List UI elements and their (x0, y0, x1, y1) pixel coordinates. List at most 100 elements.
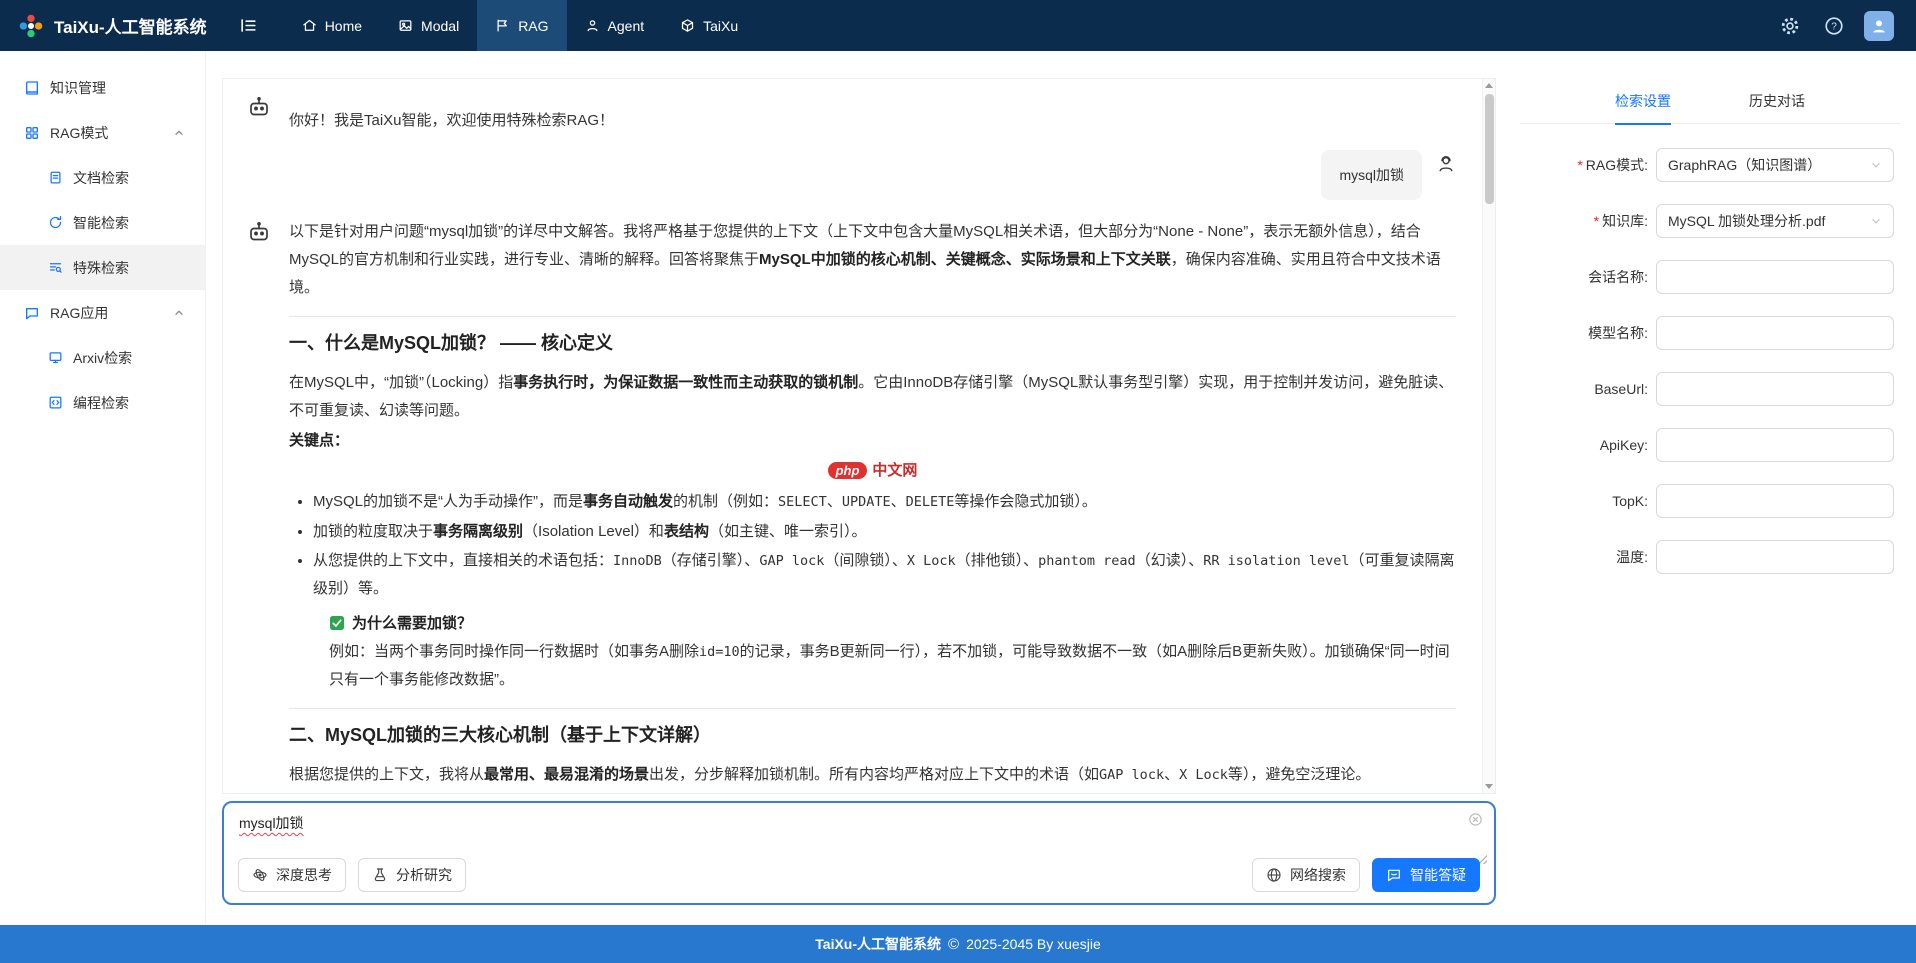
scroll-up-arrow[interactable] (1483, 79, 1495, 92)
list-item: MySQL的加锁不是“人为手动操作”，而是事务自动触发的机制（例如：SELECT… (313, 488, 1456, 516)
text-segment: 、 (1164, 766, 1179, 783)
flask-icon (372, 867, 388, 883)
code-segment: UPDATE (842, 494, 891, 510)
form-row-model-name: 模型名称: (1528, 316, 1894, 350)
assistant-message-answer: 以下是针对用户问题“mysql加锁”的详尽中文解答。我将严格基于您提供的上下文（… (247, 218, 1456, 793)
page-footer: TaiXu-人工智能系统 © 2025-2045 By xuesjie (0, 925, 1916, 963)
text-segment-bold: 事务执行时，为保证数据一致性而主动获取的锁机制 (513, 374, 858, 391)
nav-taixu[interactable]: TaiXu (662, 0, 756, 51)
text-segment-bold: MySQL中加锁的核心机制、关键概念、实际场景和上下文关联 (759, 251, 1171, 268)
required-asterisk: * (1594, 213, 1599, 229)
code-segment: GAP lock (759, 553, 824, 569)
sidebar-item-doc-search[interactable]: 文档检索 (0, 155, 205, 200)
chat-input-text: mysql加锁 (239, 815, 304, 831)
image-icon (398, 18, 413, 33)
form-row-rag-mode: *RAG模式: GraphRAG（知识图谱） (1528, 148, 1894, 182)
text-segment: 在MySQL中，“加锁”（Locking）指 (289, 374, 513, 391)
document-icon (48, 170, 63, 185)
text-segment: MySQL的加锁不是“人为手动操作”，而是 (313, 493, 583, 510)
sidebar-item-coding-search[interactable]: 编程检索 (0, 380, 205, 425)
sidebar-group-rag-mode[interactable]: RAG模式 (0, 110, 205, 155)
settings-form: *RAG模式: GraphRAG（知识图谱） *知识库: MySQL 加锁处理分… (1520, 124, 1900, 574)
apikey-input[interactable] (1656, 428, 1894, 462)
field-label: ApiKey: (1528, 437, 1648, 453)
temperature-input[interactable] (1656, 540, 1894, 574)
cube-icon (680, 18, 695, 33)
help-icon[interactable]: ? (1820, 12, 1848, 40)
code-segment: SELECT (778, 494, 827, 510)
footer-brand: TaiXu-人工智能系统 (815, 934, 941, 954)
sidebar-group-rag-apps[interactable]: RAG应用 (0, 290, 205, 335)
atom-icon (252, 867, 268, 883)
keypoints-list: MySQL的加锁不是“人为手动操作”，而是事务自动触发的机制（例如：SELECT… (313, 488, 1456, 602)
nav-rag[interactable]: RAG (477, 0, 566, 51)
header-actions: ? (1776, 11, 1894, 41)
person-headset-icon (1436, 150, 1456, 174)
why-lock-callout: 为什么需要加锁？ 例如：当两个事务同时操作同一行数据时（如事务A删除id=10的… (329, 610, 1456, 694)
text-segment: （幻读）、 (1136, 552, 1204, 569)
robot-avatar-icon (247, 218, 271, 244)
app-title: TaiXu-人工智能系统 (54, 13, 207, 38)
sidebar-item-label: 智能检索 (73, 213, 129, 233)
nav-home[interactable]: Home (284, 0, 380, 51)
chevron-up-icon (173, 307, 185, 319)
main-nav: Home Modal RAG Agent TaiXu (284, 0, 756, 51)
field-label: 温度: (1528, 547, 1648, 567)
tab-history-chats[interactable]: 历史对话 (1749, 78, 1805, 124)
model-name-input[interactable] (1656, 316, 1894, 350)
clear-input-icon[interactable] (1468, 812, 1483, 827)
sidebar-item-label: 编程检索 (73, 393, 129, 413)
scrollbar-thumb[interactable] (1485, 94, 1494, 204)
select-value: GraphRAG（知识图谱） (1668, 155, 1870, 175)
tab-retrieval-settings[interactable]: 检索设置 (1615, 78, 1671, 124)
chat-panel: 你好！我是TaiXu智能，欢迎使用特殊检索RAG！ mysql加锁 以下是针对用… (222, 78, 1496, 794)
settings-gear-icon[interactable] (1776, 12, 1804, 40)
user-icon (585, 18, 600, 33)
top-navbar: TaiXu-人工智能系统 Home Modal RAG (0, 0, 1916, 51)
text-segment-bold: 事务隔离级别 (433, 523, 523, 540)
panel-tabs: 检索设置 历史对话 (1520, 78, 1900, 124)
nav-label: TaiXu (703, 18, 738, 34)
form-row-knowledge-base: *知识库: MySQL 加锁处理分析.pdf (1528, 204, 1894, 238)
sidebar-item-arxiv-search[interactable]: Arxiv检索 (0, 335, 205, 380)
section-heading-2: 二、MySQL加锁的三大核心机制（基于上下文详解） (289, 723, 1456, 747)
session-name-input[interactable] (1656, 260, 1894, 294)
chat-input[interactable]: mysql加锁 (239, 813, 1454, 833)
chat-scrollbar[interactable] (1482, 79, 1495, 793)
required-asterisk: * (1577, 157, 1582, 173)
sidebar-collapse-icon[interactable] (239, 16, 258, 35)
text-segment-bold: 关键点： (289, 432, 349, 449)
sidebar-item-smart-search[interactable]: 智能检索 (0, 200, 205, 245)
text-segment: （如主键、唯一索引）。 (709, 523, 867, 540)
web-search-button[interactable]: 网络搜索 (1252, 858, 1360, 892)
rag-mode-select[interactable]: GraphRAG（知识图谱） (1656, 148, 1894, 182)
baseurl-input[interactable] (1656, 372, 1894, 406)
callout-body: 例如：当两个事务同时操作同一行数据时（如事务A删除id=10的记录，事务B更新同… (329, 638, 1456, 694)
globe-icon (1266, 867, 1282, 883)
text-segment: （存储引擎）、 (662, 552, 760, 569)
sidebar-item-label: RAG应用 (50, 303, 108, 323)
greeting-text: 你好！我是TaiXu智能，欢迎使用特殊检索RAG！ (289, 93, 1456, 130)
keypoints-label: 关键点： (289, 427, 1456, 455)
sidebar-item-knowledge-management[interactable]: 知识管理 (0, 65, 205, 110)
knowledge-base-select[interactable]: MySQL 加锁处理分析.pdf (1656, 204, 1894, 238)
topk-input[interactable] (1656, 484, 1894, 518)
scroll-down-arrow[interactable] (1483, 780, 1495, 793)
nav-agent[interactable]: Agent (567, 0, 663, 51)
chevron-down-icon (1870, 159, 1882, 171)
book-icon (24, 80, 40, 96)
field-label: 会话名称: (1528, 267, 1648, 287)
smart-answer-button[interactable]: 智能答疑 (1372, 858, 1480, 892)
button-label: 分析研究 (396, 865, 452, 885)
code-segment: phantom read (1038, 553, 1136, 569)
nav-modal[interactable]: Modal (380, 0, 477, 51)
deep-think-button[interactable]: 深度思考 (238, 858, 346, 892)
sidebar-item-special-search[interactable]: 特殊检索 (0, 245, 205, 290)
home-icon (302, 18, 317, 33)
form-row-apikey: ApiKey: (1528, 428, 1894, 462)
settings-panel: 检索设置 历史对话 *RAG模式: GraphRAG（知识图谱） *知识库: M… (1520, 78, 1900, 903)
user-avatar[interactable] (1864, 11, 1894, 41)
chat-smile-icon (1386, 867, 1402, 883)
code-segment: X Lock (907, 553, 956, 569)
analyze-button[interactable]: 分析研究 (358, 858, 466, 892)
